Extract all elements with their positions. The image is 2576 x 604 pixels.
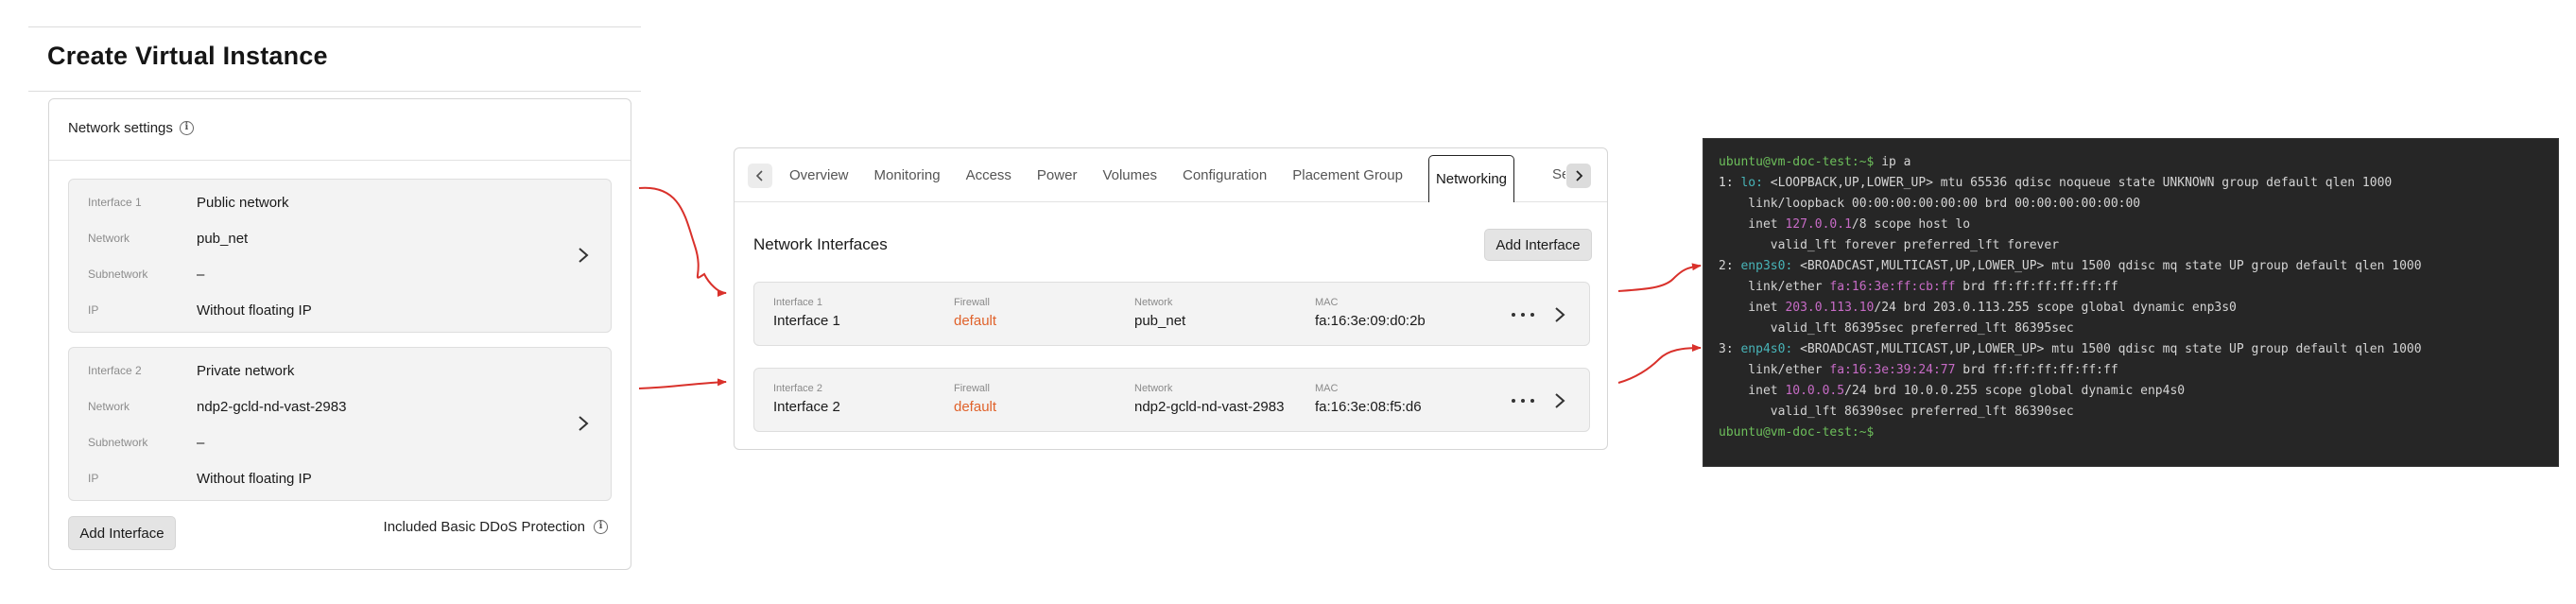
connector-arrows xyxy=(638,186,1702,389)
connector-arrow xyxy=(1617,263,1702,292)
connector-arrow xyxy=(638,378,727,389)
connector-arrow xyxy=(638,186,727,297)
connector-arrow xyxy=(1617,344,1702,384)
